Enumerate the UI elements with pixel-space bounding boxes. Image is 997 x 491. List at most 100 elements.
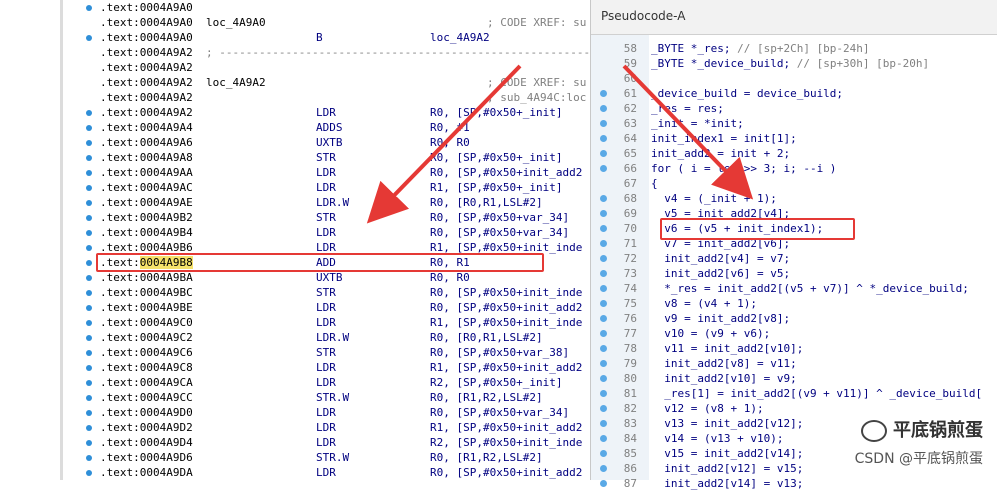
code-text[interactable]: _BYTE *_device_build; // [sp+30h] [bp-20… <box>651 56 929 71</box>
pseudocode-line[interactable]: 59 _BYTE *_device_build; // [sp+30h] [bp-… <box>591 56 997 71</box>
instruction-mnemonic[interactable]: UXTB <box>316 270 343 285</box>
breakpoint-dot[interactable] <box>86 140 92 146</box>
disassembly-line[interactable]: .text:0004A9A0 loc_4A9A0 ; CODE XREF: su <box>100 15 586 30</box>
instruction-mnemonic[interactable]: STR <box>316 285 336 300</box>
breakpoint-dot[interactable] <box>86 5 92 11</box>
breakpoint-dot[interactable] <box>86 425 92 431</box>
instruction-operands[interactable]: R0, [R0,R1,LSL#2] <box>430 330 543 345</box>
breakpoint-dot[interactable] <box>86 200 92 206</box>
disassembly-line[interactable]: .text:0004A9DA LDR R0, [SP,#0x50+init_add2 <box>100 465 582 480</box>
code-text[interactable]: _res = res; <box>651 101 724 116</box>
breakpoint-dot[interactable] <box>86 350 92 356</box>
instruction-mnemonic[interactable]: LDR <box>316 420 336 435</box>
breakpoint-dot[interactable] <box>86 410 92 416</box>
disassembly-line[interactable]: .text:0004A9C2 LDR.W R0, [R0,R1,LSL#2] <box>100 330 543 345</box>
code-text[interactable]: _res[1] = init_add2[(v9 + v11)] ^ _devic… <box>651 386 982 401</box>
disassembly-line[interactable]: .text:0004A9A2 LDR R0, [SP,#0x50+_init] <box>100 105 562 120</box>
code-text[interactable]: { <box>651 176 658 191</box>
pseudocode-line[interactable]: 58 _BYTE *_res; // [sp+2Ch] [bp-24h] <box>591 41 997 56</box>
code-text[interactable]: *_res = init_add2[(v5 + v7)] ^ *_device_… <box>651 281 969 296</box>
code-text[interactable]: for ( i = len >> 3; i; --i ) <box>651 161 836 176</box>
instruction-operands[interactable]: R0, [SP,#0x50+_init] <box>430 105 562 120</box>
instruction-mnemonic[interactable]: LDR <box>316 435 336 450</box>
code-text[interactable]: _init = *init; <box>651 116 744 131</box>
instruction-operands[interactable]: R0, #1 <box>430 120 470 135</box>
instruction-mnemonic[interactable]: LDR <box>316 165 336 180</box>
disassembly-line[interactable]: .text:0004A9A4 ADDS R0, #1 <box>100 120 470 135</box>
breakpoint-dot[interactable] <box>86 170 92 176</box>
instruction-operands[interactable]: R0, [SP,#0x50+init_add2 <box>430 300 582 315</box>
pseudocode-line[interactable]: 68 v4 = (_init + 1); <box>591 191 997 206</box>
code-text[interactable]: init_add2[v12] = v15; <box>651 461 803 476</box>
disassembly-line[interactable]: .text:0004A9A2 loc_4A9A2 ; CODE XREF: su <box>100 75 586 90</box>
instruction-mnemonic[interactable]: STR <box>316 345 336 360</box>
pseudocode-line[interactable]: 87 init_add2[v14] = v13; <box>591 476 997 491</box>
instruction-mnemonic[interactable]: ADDS <box>316 120 343 135</box>
instruction-operands[interactable]: R0, R0 <box>430 270 470 285</box>
disassembly-line[interactable]: .text:0004A9D6 STR.W R0, [R1,R2,LSL#2] <box>100 450 543 465</box>
pseudocode-line[interactable]: 77 v10 = (v9 + v6); <box>591 326 997 341</box>
breakpoint-dot[interactable] <box>86 455 92 461</box>
instruction-mnemonic[interactable]: LDR <box>316 360 336 375</box>
instruction-operands[interactable]: R1, [SP,#0x50+_init] <box>430 180 562 195</box>
disassembly-line[interactable]: .text:0004A9A2 ; ------------------------… <box>100 45 600 60</box>
code-text[interactable]: _device_build = device_build; <box>651 86 843 101</box>
ida-disassembly-view[interactable]: .text:0004A9A0 .text:0004A9A0 loc_4A9A0 ; C… <box>0 0 600 480</box>
breakpoint-dot[interactable] <box>86 320 92 326</box>
instruction-mnemonic[interactable]: LDR <box>316 375 336 390</box>
pseudocode-line[interactable]: 63 _init = *init; <box>591 116 997 131</box>
breakpoint-dot[interactable] <box>86 215 92 221</box>
code-text[interactable]: v13 = init_add2[v12]; <box>651 416 803 431</box>
xref-comment[interactable]: ; CODE XREF: su <box>487 15 586 30</box>
disassembly-line[interactable]: .text:0004A9B2 STR R0, [SP,#0x50+var_34] <box>100 210 569 225</box>
code-text[interactable]: v15 = init_add2[v14]; <box>651 446 803 461</box>
disassembly-line[interactable]: .text:0004A9C6 STR R0, [SP,#0x50+var_38] <box>100 345 569 360</box>
xref-comment[interactable]: ; CODE XREF: su <box>487 75 586 90</box>
instruction-mnemonic[interactable]: LDR <box>316 405 336 420</box>
instruction-operands[interactable]: R1, [SP,#0x50+init_inde <box>430 315 582 330</box>
pseudocode-line[interactable]: 66 for ( i = len >> 3; i; --i ) <box>591 161 997 176</box>
instruction-mnemonic[interactable]: STR.W <box>316 390 349 405</box>
instruction-operands[interactable]: R0, [SP,#0x50+init_add2 <box>430 165 582 180</box>
instruction-operands[interactable]: R0, R0 <box>430 135 470 150</box>
code-text[interactable]: init_add2[v6] = v5; <box>651 266 790 281</box>
code-text[interactable]: v12 = (v8 + 1); <box>651 401 763 416</box>
instruction-mnemonic[interactable]: UXTB <box>316 135 343 150</box>
instruction-operands[interactable]: R0, [SP,#0x50+var_34] <box>430 210 569 225</box>
instruction-mnemonic[interactable]: STR <box>316 150 336 165</box>
disassembly-line[interactable]: .text:0004A9A2 <box>100 60 193 75</box>
breakpoint-dot[interactable] <box>86 260 92 266</box>
instruction-mnemonic[interactable]: LDR <box>316 180 336 195</box>
instruction-mnemonic[interactable]: LDR <box>316 105 336 120</box>
disassembly-line[interactable]: .text:0004A9D4 LDR R2, [SP,#0x50+init_inde <box>100 435 582 450</box>
pseudocode-window[interactable]: Pseudocode-A 58 _BYTE *_res; // [sp+2Ch] … <box>590 0 997 490</box>
pseudocode-line[interactable]: 72 init_add2[v4] = v7; <box>591 251 997 266</box>
instruction-operands[interactable]: R0, [SP,#0x50+init_inde <box>430 285 582 300</box>
breakpoint-dot[interactable] <box>86 470 92 476</box>
instruction-operands[interactable]: R0, [SP,#0x50+var_38] <box>430 345 569 360</box>
instruction-operands[interactable]: R1, [SP,#0x50+init_add2 <box>430 420 582 435</box>
instruction-operands[interactable]: R0, [SP,#0x50+init_add2 <box>430 465 582 480</box>
disassembly-line[interactable]: .text:0004A9D2 LDR R1, [SP,#0x50+init_add2 <box>100 420 582 435</box>
code-text[interactable]: v4 = (_init + 1); <box>651 191 777 206</box>
disassembly-line[interactable]: .text:0004A9AC LDR R1, [SP,#0x50+_init] <box>100 180 562 195</box>
pseudocode-line[interactable]: 79 init_add2[v8] = v11; <box>591 356 997 371</box>
instruction-operands[interactable]: R0, [SP,#0x50+var_34] <box>430 225 569 240</box>
code-text[interactable]: init_add2 = init + 2; <box>651 146 790 161</box>
pseudocode-line[interactable]: 60 <box>591 71 997 86</box>
instruction-operands[interactable]: R0, [R1,R2,LSL#2] <box>430 450 543 465</box>
breakpoint-dot[interactable] <box>86 440 92 446</box>
disassembly-line[interactable]: .text:0004A9A6 UXTB R0, R0 <box>100 135 470 150</box>
instruction-mnemonic[interactable]: LDR <box>316 465 336 480</box>
disassembly-line[interactable]: .text:0004A9AE LDR.W R0, [R0,R1,LSL#2] <box>100 195 543 210</box>
disassembly-line[interactable]: .text:0004A9A8 STR R0, [SP,#0x50+_init] <box>100 150 562 165</box>
breakpoint-dot[interactable] <box>86 230 92 236</box>
pseudocode-line[interactable]: 81 _res[1] = init_add2[(v9 + v11)] ^ _de… <box>591 386 997 401</box>
pseudocode-line[interactable]: 73 init_add2[v6] = v5; <box>591 266 997 281</box>
pseudocode-line[interactable]: 74 *_res = init_add2[(v5 + v7)] ^ *_devi… <box>591 281 997 296</box>
breakpoint-dot[interactable] <box>86 110 92 116</box>
instruction-mnemonic[interactable]: LDR.W <box>316 195 349 210</box>
breakpoint-dot[interactable] <box>86 245 92 251</box>
disassembly-line[interactable]: .text:0004A9C8 LDR R1, [SP,#0x50+init_add2 <box>100 360 582 375</box>
pseudocode-line[interactable]: 65 init_add2 = init + 2; <box>591 146 997 161</box>
